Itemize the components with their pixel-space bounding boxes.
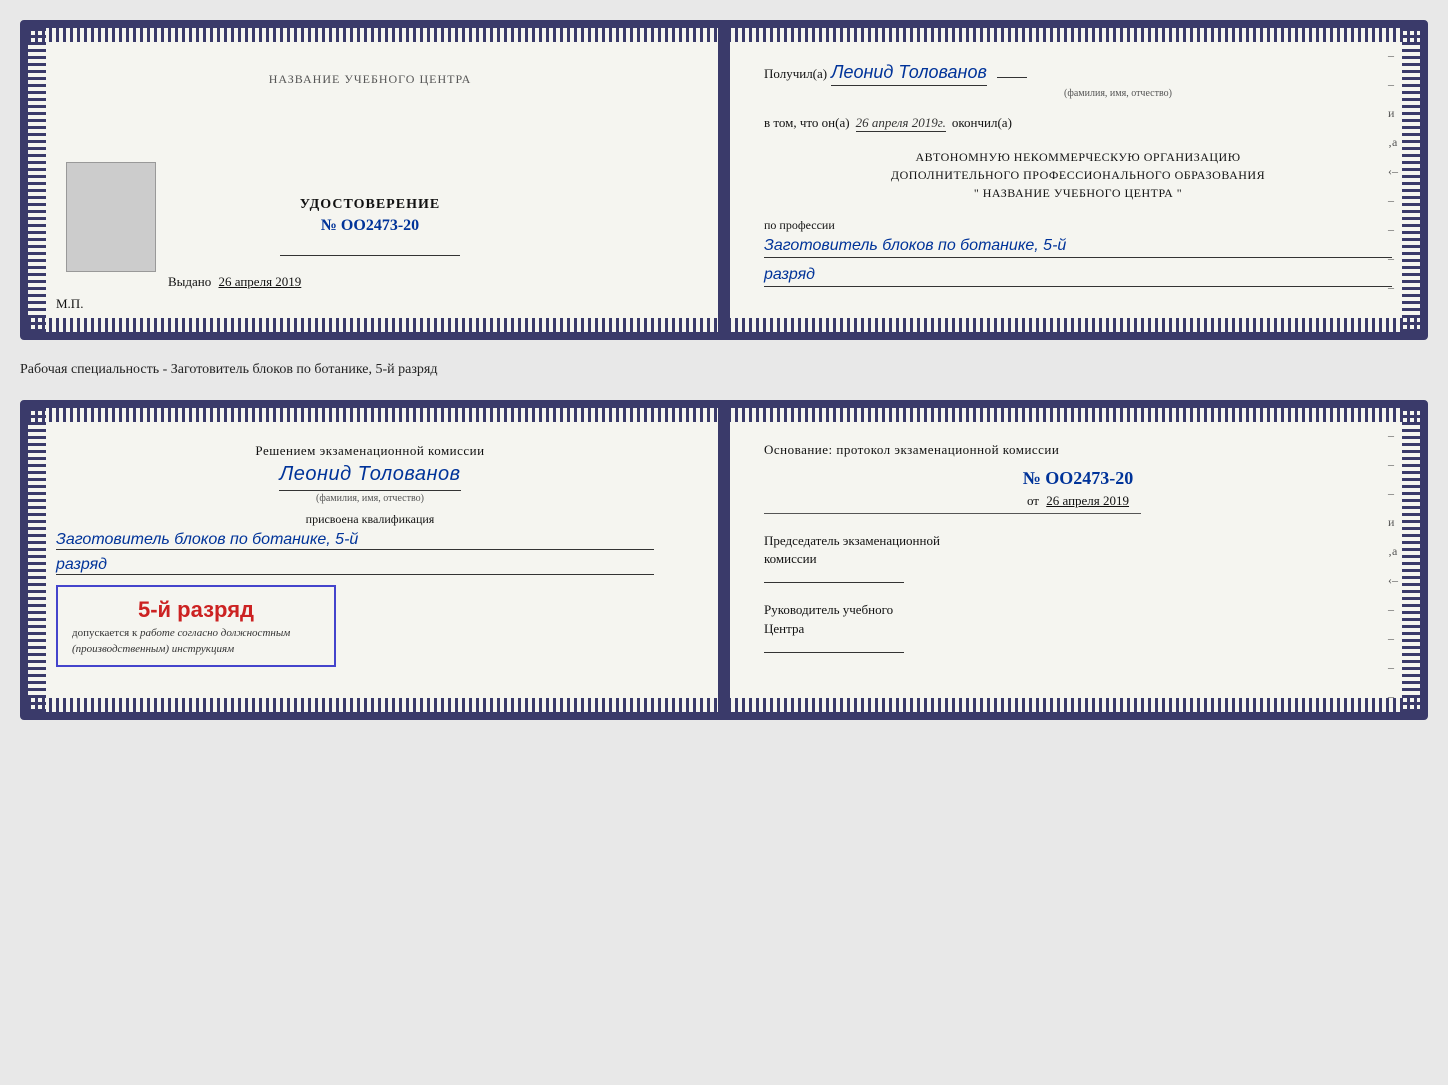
osnovanie-label: Основание: протокол экзаменационной коми… (764, 442, 1392, 458)
ot-date-value: 26 апреля 2019 (1046, 493, 1129, 508)
doc2-right: – – – и ‚а ‹– – – – – Основание: протоко… (724, 408, 1420, 712)
udostoverenie-title: УДОСТОВЕРЕНИЕ (300, 197, 440, 213)
line1 (280, 255, 460, 256)
rukovoditel-line1: Руководитель учебного (764, 601, 1392, 619)
avtonom-line1: АВТОНОМНУЮ НЕКОММЕРЧЕСКУЮ ОРГАНИЗАЦИЮ (764, 148, 1392, 166)
doc2-left: Решением экзаменационной комиссии Леонид… (28, 408, 724, 712)
right-texture-1 (1402, 28, 1420, 332)
avtonom-line2: ДОПОЛНИТЕЛЬНОГО ПРОФЕССИОНАЛЬНОГО ОБРАЗО… (764, 166, 1392, 184)
left-texture-2 (28, 408, 46, 712)
udostoverenie-block: УДОСТОВЕРЕНИЕ № OO2473-20 (300, 137, 440, 235)
vydano-label: Выдано (168, 274, 211, 289)
stamp-box: 5-й разряд допускается к работе согласно… (56, 585, 336, 667)
signature-line-1 (764, 582, 904, 583)
page-container: НАЗВАНИЕ УЧЕБНОГО ЦЕНТРА УДОСТОВЕРЕНИЕ №… (20, 20, 1428, 720)
rukovoditel-line2: Центра (764, 620, 1392, 638)
nazvanie-label: НАЗВАНИЕ УЧЕБНОГО ЦЕНТРА (269, 72, 472, 87)
leonid-name: Леонид Толованов (279, 460, 460, 491)
poluchil-name: Леонид Толованов (831, 62, 987, 86)
protocol-number: № OO2473-20 (764, 468, 1392, 489)
professiya-value: Заготовитель блоков по ботанике, 5-й (764, 237, 1392, 258)
ot-date: от 26 апреля 2019 (764, 493, 1392, 509)
avtonom-line3: " НАЗВАНИЕ УЧЕБНОГО ЦЕНТРА " (764, 184, 1392, 202)
resheniem-label: Решением экзаменационной комиссии (56, 442, 684, 460)
vydano-line: Выдано 26 апреля 2019 (168, 274, 301, 290)
fio-hint-1: (фамилия, имя, отчество) (844, 88, 1392, 99)
dopusk-italic: работе согласно должностным (140, 627, 290, 639)
document-card-1: НАЗВАНИЕ УЧЕБНОГО ЦЕНТРА УДОСТОВЕРЕНИЕ №… (20, 20, 1428, 340)
dopusk-prefix: допускается к (72, 627, 137, 639)
vydano-date: 26 апреля 2019 (219, 274, 302, 289)
avtonom-block: АВТОНОМНУЮ НЕКОММЕРЧЕСКУЮ ОРГАНИЗАЦИЮ ДО… (764, 148, 1392, 202)
signature-line-2 (764, 652, 904, 653)
dopusk-italic2: (производственным) инструкциям (72, 643, 320, 655)
ot-line (764, 513, 1141, 514)
stamp-main-text: 5-й разряд (72, 597, 320, 623)
ot-prefix: от (1027, 493, 1039, 508)
rukovoditel-label: Руководитель учебного Центра (764, 601, 1392, 637)
doc1-right: – – и ‚а ‹– – – – – Получил(а) Леонид То… (724, 28, 1420, 332)
right-margin-marks-1: – – и ‚а ‹– – – – – (1388, 48, 1398, 295)
mp-label: М.П. (56, 296, 83, 312)
po-professii-label: по профессии (764, 218, 1392, 233)
resheniem-block: Решением экзаменационной комиссии Леонид… (56, 442, 684, 491)
vtom-line: в том, что он(а) 26 апреля 2019г. окончи… (764, 115, 1392, 132)
poluchil-line: Получил(а) Леонид Толованов (764, 62, 1392, 86)
predsedatel-label: Председатель экзаменационной комиссии (764, 532, 1392, 568)
razryad-value-1: разряд (764, 266, 1392, 287)
dash-after-name (997, 77, 1027, 78)
kval-value: Заготовитель блоков по ботанике, 5-й (56, 531, 654, 550)
photo-placeholder (66, 162, 156, 272)
doc1-left: НАЗВАНИЕ УЧЕБНОГО ЦЕНТРА УДОСТОВЕРЕНИЕ №… (28, 28, 724, 332)
fio-hint-2: (фамилия, имя, отчество) (56, 493, 684, 504)
document-card-2: Решением экзаменационной комиссии Леонид… (20, 400, 1428, 720)
predsedatel-line2: комиссии (764, 550, 1392, 568)
okoncil: окончил(а) (952, 115, 1012, 131)
vtom-date: 26 апреля 2019г. (856, 115, 946, 132)
right-margin-marks-2: – – – и ‚а ‹– – – – – (1388, 428, 1398, 704)
predsedatel-line1: Председатель экзаменационной (764, 532, 1392, 550)
right-texture-2 (1402, 408, 1420, 712)
prisvoena-label: присвоена квалификация (56, 512, 684, 527)
razryad-value-2: разряд (56, 556, 654, 575)
left-texture-1 (28, 28, 46, 332)
poluchil-prefix: Получил(а) (764, 66, 827, 82)
udostoverenie-number: № OO2473-20 (300, 217, 440, 235)
vtom-prefix: в том, что он(а) (764, 115, 850, 131)
stamp-dopusk: допускается к работе согласно должностны… (72, 627, 320, 639)
middle-label: Рабочая специальность - Заготовитель бло… (20, 358, 1428, 382)
